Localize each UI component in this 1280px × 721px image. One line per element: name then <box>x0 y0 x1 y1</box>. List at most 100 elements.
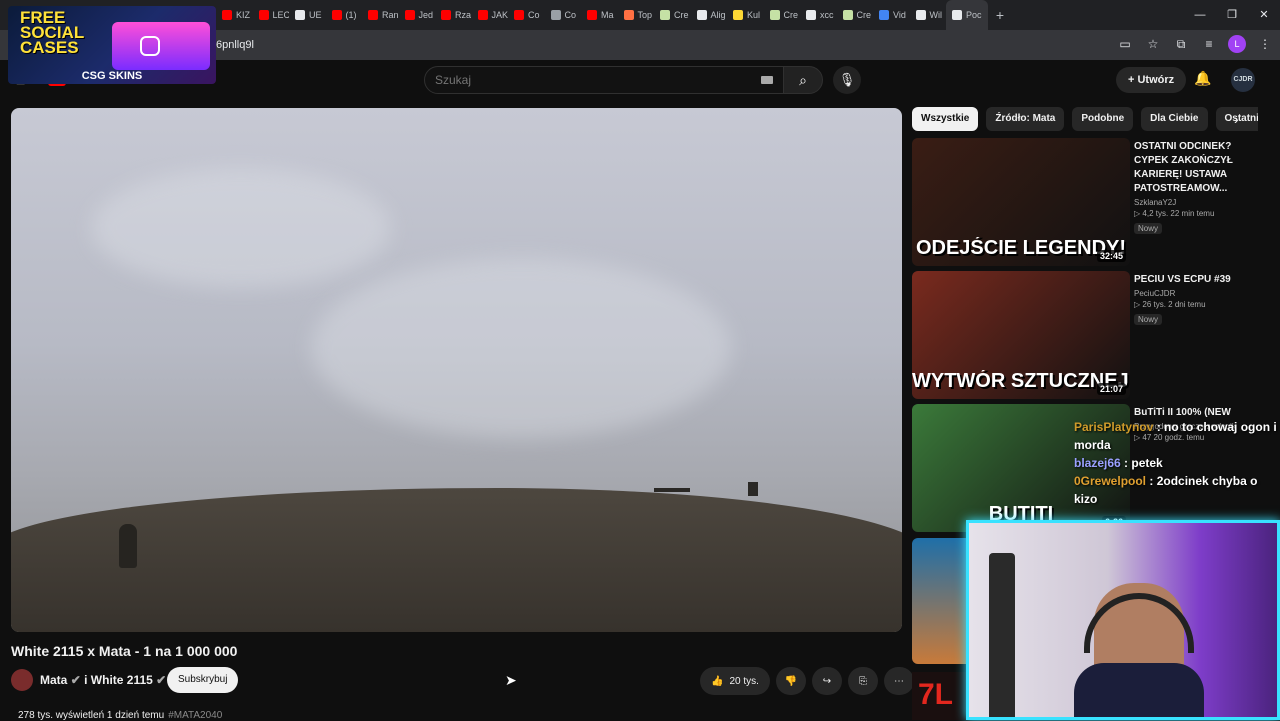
tab-label: Poc <box>966 10 982 20</box>
chevron-right-icon[interactable]: › <box>1234 111 1239 127</box>
voice-search-button[interactable]: 🎙 <box>833 66 861 94</box>
recommendation-item[interactable]: ODEJŚCIE LEGENDY! 32:45 OSTATNI ODCINEK?… <box>912 138 1262 266</box>
browser-tab[interactable]: Jed <box>399 0 436 30</box>
menu-kebab-icon[interactable]: ⋮ <box>1256 35 1274 53</box>
browser-tab[interactable]: Co <box>545 0 582 30</box>
notifications-bell-icon[interactable]: 🔔 <box>1194 70 1211 87</box>
extensions-icon[interactable]: ⧉ <box>1172 35 1190 53</box>
filter-chips: Wszystkie Źródło: Mata Podobne Dla Ciebie Os… <box>912 107 1258 131</box>
browser-tab[interactable]: Alig <box>691 0 728 30</box>
media-icon[interactable]: ≡ <box>1200 35 1218 53</box>
more-actions-button[interactable]: ⋯ <box>884 667 914 695</box>
browser-tab[interactable]: Top <box>618 0 655 30</box>
chat-username: 0Grewelpool <box>1074 474 1147 488</box>
browser-tab[interactable]: KIZ <box>216 0 253 30</box>
tab-strip: KIZ LEC UE (1) Ran Jed Rza JAK Co Co Ma Top Cre Alig K… <box>216 0 988 30</box>
profile-avatar[interactable]: L <box>1228 35 1246 53</box>
tab-label: Vid <box>893 10 906 20</box>
recommendation-stats: ▷ 26 tys. 2 dni temu <box>1134 300 1206 309</box>
tab-label: Jed <box>418 10 434 20</box>
chip[interactable]: Dla Ciebie <box>1141 107 1208 131</box>
tab-label: Rza <box>455 10 472 20</box>
chat-username: ParisPlatynov <box>1074 420 1154 434</box>
chip[interactable]: Podobne <box>1072 107 1134 131</box>
recommendation-channel[interactable]: PeciuCJDR <box>1134 289 1258 298</box>
close-icon[interactable]: ✕ <box>1248 0 1280 30</box>
walking-figures <box>119 524 137 568</box>
webcam-overlay <box>966 520 1280 720</box>
recommendation-thumbnail[interactable]: 7L <box>912 672 968 720</box>
microphone-icon: 🎙 <box>838 72 856 87</box>
browser-tab[interactable]: Kul <box>727 0 764 30</box>
mouse-cursor-icon: ➤ <box>505 672 517 688</box>
chip[interactable]: Źródło: Mata <box>986 107 1065 131</box>
tab-favicon-icon <box>331 10 342 20</box>
chip[interactable]: Wszystkie <box>912 107 979 131</box>
recommendation-item[interactable]: WYTWÓR SZTUCZNEJ INTELIGENCJI 21:07 PECI… <box>912 271 1262 399</box>
microphone-stand <box>989 553 1015 717</box>
subscribe-button[interactable]: Subskrybuj <box>167 667 239 693</box>
recommendation-stats: ▷ 4,2 tys. 22 min temu <box>1134 209 1215 218</box>
video-metadata: 278 tys. wyświetleń 1 dzień temu #MATA204… <box>18 710 223 721</box>
recommendation-title[interactable]: OSTATNI ODCINEK? CYPEK ZAKOŃCZYŁ KARIERĘ… <box>1134 140 1258 196</box>
channel-names[interactable]: Mata ✔ i White 2115 ✔ <box>40 673 166 687</box>
maximize-icon[interactable]: ❐ <box>1216 0 1248 30</box>
channel-avatar[interactable] <box>11 669 33 691</box>
tab-favicon-icon <box>441 10 451 20</box>
dislike-button[interactable]: 👎 <box>776 667 806 695</box>
account-avatar[interactable]: CJDR <box>1231 68 1255 92</box>
save-button[interactable]: ⎘ <box>848 667 878 695</box>
browser-tab[interactable]: JAK <box>472 0 508 30</box>
recommendation-thumbnail[interactable]: WYTWÓR SZTUCZNEJ INTELIGENCJI 21:07 <box>912 271 1130 399</box>
instagram-icon <box>140 36 160 56</box>
url-text[interactable]: 6pnllq9l <box>216 39 254 51</box>
new-tab-button[interactable]: + <box>988 7 1012 23</box>
minimize-icon[interactable]: — <box>1184 0 1216 30</box>
views-icon: ▷ <box>1134 300 1141 309</box>
browser-tab[interactable]: Cre <box>654 0 691 30</box>
promo-brand: CSG SKINS <box>81 70 143 82</box>
browser-tab[interactable]: Wil <box>910 0 947 30</box>
share-button[interactable]: ↪ <box>812 667 842 695</box>
browser-tab[interactable]: UE <box>289 0 326 30</box>
tab-favicon-icon <box>222 10 232 20</box>
browser-tab[interactable]: Rza <box>435 0 472 30</box>
recommendation-channel[interactable]: SzklanaY2J <box>1134 198 1258 207</box>
chat-message: blazej66 : petek <box>1074 456 1163 470</box>
search-input[interactable] <box>425 67 745 93</box>
tab-label: xcc <box>820 10 834 20</box>
tab-label: LEC <box>272 10 290 20</box>
browser-tab[interactable]: Co <box>508 0 545 30</box>
browser-tab[interactable]: LEC <box>253 0 290 30</box>
search-field[interactable] <box>424 66 784 94</box>
tab-label: Cre <box>674 10 689 20</box>
browser-tab[interactable]: xcc <box>800 0 837 30</box>
browser-tab[interactable]: Vid <box>873 0 910 30</box>
browser-tab[interactable]: Cre <box>764 0 801 30</box>
browser-tab[interactable]: Poc <box>946 0 988 30</box>
browser-tab[interactable]: Ma <box>581 0 618 30</box>
hilltop-structure <box>654 488 690 492</box>
new-badge: Nowy <box>1134 314 1163 325</box>
create-button[interactable]: + Utwórz <box>1116 67 1187 93</box>
recommendation-thumbnail[interactable] <box>912 538 968 664</box>
bookmark-star-icon[interactable]: ☆ <box>1144 35 1162 53</box>
sky-cloud <box>91 168 391 288</box>
cast-icon[interactable]: ▭ <box>1116 35 1134 53</box>
browser-tab[interactable]: Cre <box>837 0 874 30</box>
tab-label: Alig <box>710 10 726 20</box>
omnibox-icons: ▭ ☆ ⧉ ≡ L ⋮ <box>1116 35 1274 53</box>
recommendation-title[interactable]: PECIU VS ECPU #39 <box>1134 273 1258 287</box>
verified-icon: ✔ <box>156 673 167 687</box>
search-button[interactable]: ⌕ <box>783 66 823 94</box>
recommendation-thumbnail[interactable]: ODEJŚCIE LEGENDY! 32:45 <box>912 138 1130 266</box>
video-player[interactable] <box>11 108 902 632</box>
like-button[interactable]: 👍 20 tys. <box>700 667 770 695</box>
recommendation-info: PECIU VS ECPU #39 PeciuCJDR ▷ 26 tys. 2 … <box>1134 273 1258 327</box>
keyboard-icon[interactable] <box>761 76 773 84</box>
streamer-shirt <box>1074 663 1204 717</box>
browser-tab[interactable]: Ran <box>362 0 399 30</box>
hilltop-tower <box>748 482 758 496</box>
browser-tab[interactable]: (1) <box>326 0 363 30</box>
tab-label: Wil <box>929 10 943 20</box>
